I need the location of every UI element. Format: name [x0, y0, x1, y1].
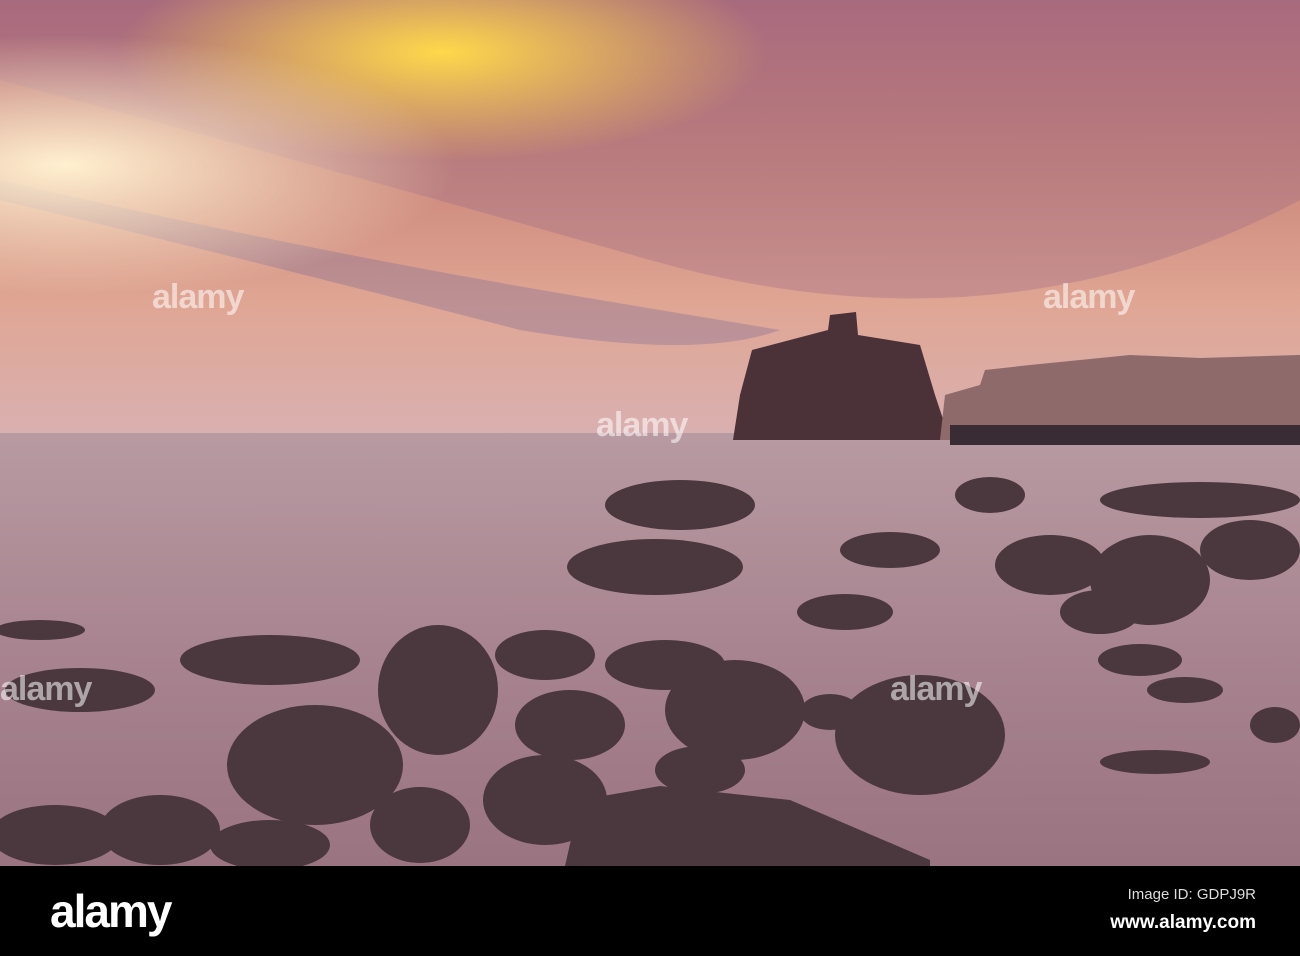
watermark: alamy — [0, 670, 92, 708]
stock-photo: alamy alamy alamy alamy alamy — [0, 0, 1300, 866]
alamy-logo: alamy — [50, 885, 172, 937]
image-id: Image ID: GDPJ9R — [1127, 886, 1256, 903]
watermark: alamy — [890, 670, 982, 708]
watermark: alamy — [152, 278, 244, 316]
watermark: alamy — [1043, 278, 1135, 316]
watermark: alamy — [596, 406, 688, 444]
website-link[interactable]: www.alamy.com — [1110, 912, 1256, 934]
stock-footer: alamy Image ID: GDPJ9R www.alamy.com — [0, 866, 1300, 956]
